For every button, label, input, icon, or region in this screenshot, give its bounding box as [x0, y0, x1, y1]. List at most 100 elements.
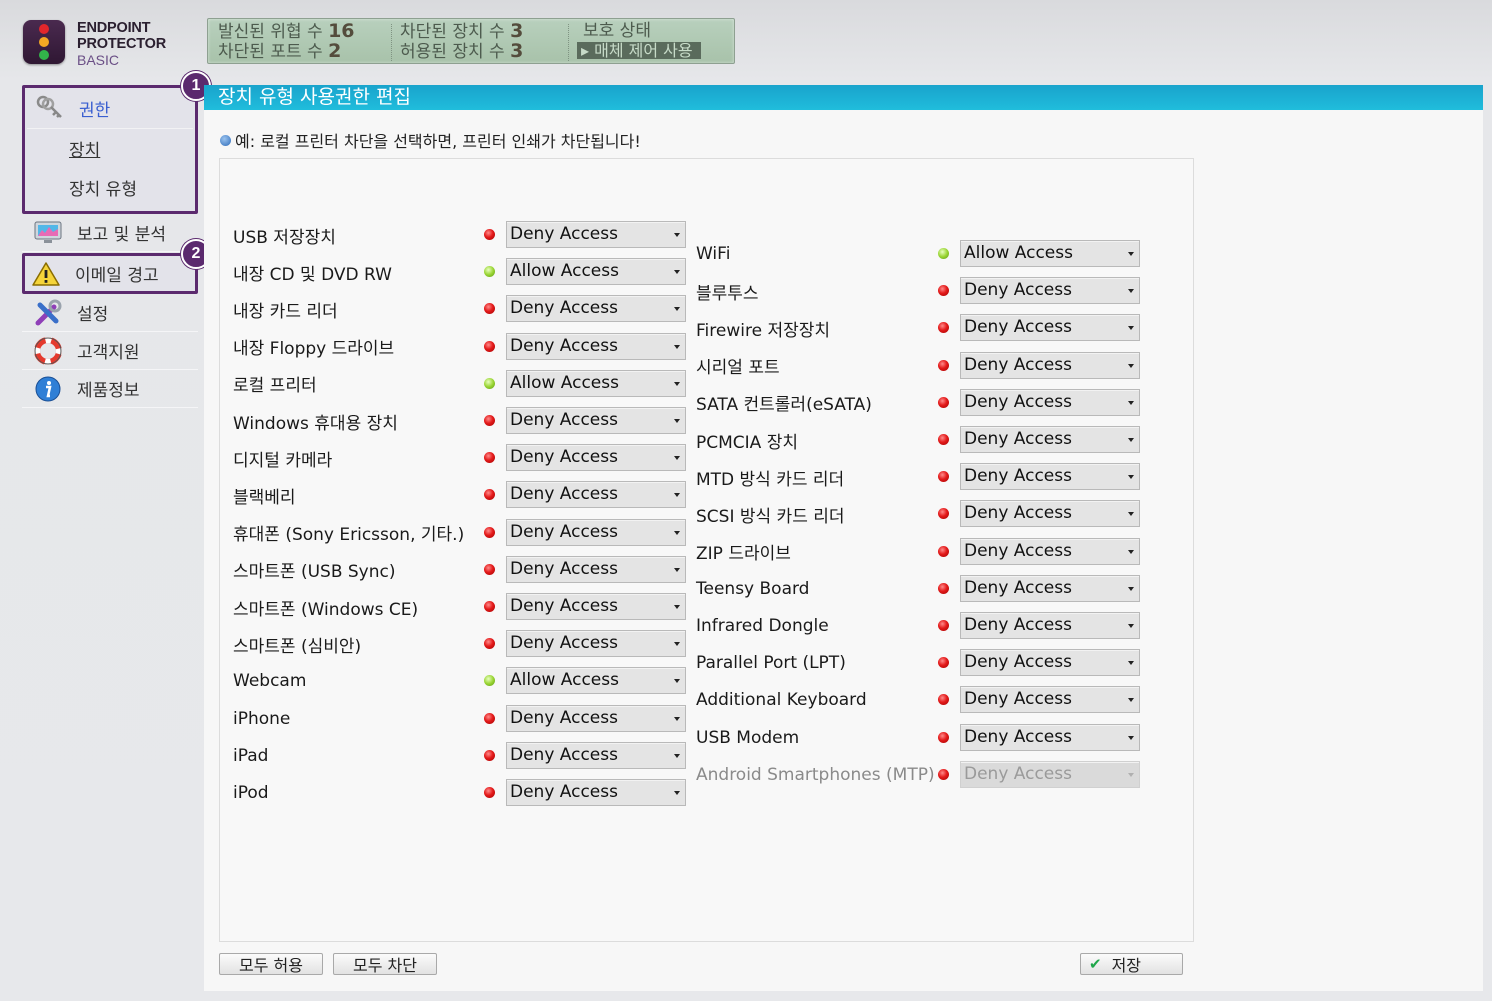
access-select[interactable]: Deny Access: [506, 593, 686, 620]
status-deny-icon: [938, 396, 949, 408]
device-row: 내장 Floppy 드라이브 Deny Access: [220, 332, 690, 361]
access-select-value: Deny Access: [510, 484, 618, 505]
sidebar-item-settings[interactable]: 설정: [22, 294, 198, 332]
traffic-light-icon: [23, 20, 65, 64]
status-deny-icon: [938, 359, 949, 371]
access-select-value: Deny Access: [964, 466, 1072, 487]
status-deny-icon: [484, 712, 495, 724]
access-select-value: Deny Access: [510, 447, 618, 468]
access-select[interactable]: Deny Access: [506, 704, 686, 732]
access-select[interactable]: Deny Access: [960, 388, 1140, 416]
access-select[interactable]: Deny Access: [960, 686, 1140, 714]
sidebar-item-product-info[interactable]: 제품정보: [22, 370, 198, 408]
device-row: 스마트폰 (Windows CE) Deny Access: [220, 593, 690, 621]
device-name: Windows 휴대용 장치: [233, 413, 398, 434]
access-select[interactable]: Deny Access: [960, 537, 1140, 565]
chevron-down-icon: [1128, 586, 1134, 591]
device-row: Android Smartphones (MTP) Deny Access: [683, 760, 1153, 789]
sidebar-item-reports[interactable]: 보고 및 분석: [22, 214, 198, 252]
access-select[interactable]: Deny Access: [960, 500, 1140, 528]
status-deny-icon: [938, 545, 949, 557]
status-deny-icon: [484, 415, 495, 426]
access-select[interactable]: Allow Access: [960, 240, 1140, 267]
status-deny-icon: [484, 638, 495, 650]
logo-line-3: BASIC: [77, 52, 120, 68]
access-select[interactable]: Deny Access: [960, 277, 1140, 305]
access-select[interactable]: Deny Access: [506, 779, 686, 806]
access-select-value: Deny Access: [510, 782, 618, 802]
device-name: Additional Keyboard: [696, 690, 867, 711]
access-select[interactable]: Allow Access: [506, 369, 686, 397]
access-select-value: Deny Access: [510, 633, 618, 654]
access-select-value: Deny Access: [510, 521, 618, 542]
access-select[interactable]: Deny Access: [506, 295, 686, 323]
device-name: Teensy Board: [696, 578, 810, 599]
access-select[interactable]: Deny Access: [506, 518, 686, 546]
access-select[interactable]: Deny Access: [506, 630, 686, 658]
access-select[interactable]: Deny Access: [506, 555, 686, 583]
access-select[interactable]: Deny Access: [960, 314, 1140, 342]
access-select-value: Deny Access: [510, 335, 618, 356]
device-name: SATA 컨트롤러(eSATA): [696, 395, 872, 416]
logo-line-2: PROTECTOR: [77, 36, 166, 52]
device-row: 블랙베리 Deny Access: [220, 481, 690, 509]
device-name: 블랙베리: [233, 487, 296, 508]
chevron-down-icon: [1128, 772, 1134, 777]
access-select[interactable]: Deny Access: [506, 481, 686, 509]
device-row: Infrared Dongle Deny Access: [683, 612, 1153, 640]
access-select[interactable]: Deny Access: [506, 444, 686, 472]
sidebar-item-email-alerts[interactable]: 이메일 경고: [25, 256, 195, 291]
access-select[interactable]: Deny Access: [960, 723, 1140, 751]
device-row: 시리얼 포트 Deny Access: [683, 351, 1153, 380]
access-select-value: Deny Access: [964, 726, 1072, 747]
chevron-down-icon: [674, 567, 680, 572]
access-select-value: Deny Access: [510, 596, 618, 616]
status-threats: 발신된 위협 수 16: [218, 20, 355, 42]
sidebar-subitem-devices[interactable]: 장치: [25, 129, 195, 168]
access-select[interactable]: Deny Access: [960, 574, 1140, 602]
status-deny-icon: [938, 620, 949, 631]
access-select[interactable]: Allow Access: [506, 667, 686, 695]
device-name: 내장 Floppy 드라이브: [233, 339, 395, 360]
access-select-value: Deny Access: [964, 615, 1072, 635]
status-allowed-devices: 허용된 장치 수 3: [400, 40, 524, 62]
access-select[interactable]: Deny Access: [960, 351, 1140, 379]
access-select[interactable]: Allow Access: [506, 258, 686, 286]
access-select[interactable]: Deny Access: [506, 221, 686, 248]
device-row: SATA 컨트롤러(eSATA) Deny Access: [683, 388, 1153, 417]
access-select-value: Deny Access: [964, 652, 1072, 673]
access-select[interactable]: Deny Access: [960, 426, 1140, 453]
status-deny-icon: [938, 285, 949, 297]
save-button[interactable]: ✔ 저장: [1080, 953, 1183, 975]
device-row: SCSI 방식 카드 리더 Deny Access: [683, 500, 1153, 528]
access-select[interactable]: Deny Access: [960, 649, 1140, 677]
sidebar-subitem-device-types[interactable]: 장치 유형: [25, 168, 195, 207]
device-name: iPod: [233, 783, 269, 803]
access-select[interactable]: Deny Access: [960, 612, 1140, 639]
access-select-value: Deny Access: [510, 410, 618, 430]
chevron-down-icon: [674, 307, 680, 312]
access-select[interactable]: Deny Access: [506, 332, 686, 360]
status-deny-icon: [484, 229, 495, 240]
access-select[interactable]: Deny Access: [960, 463, 1140, 491]
device-name: Infrared Dongle: [696, 616, 829, 636]
allow-all-button[interactable]: 모두 허용: [219, 953, 323, 975]
device-name: SCSI 방식 카드 리더: [696, 506, 845, 527]
deny-all-button[interactable]: 모두 차단: [333, 953, 437, 975]
access-select[interactable]: Deny Access: [506, 407, 686, 434]
device-row: 스마트폰 (심비안) Deny Access: [220, 630, 690, 658]
device-name: 블루투스: [696, 283, 759, 304]
access-select[interactable]: Deny Access: [506, 741, 686, 769]
access-select-value: Deny Access: [510, 558, 618, 579]
sidebar-item-label: 권한: [79, 100, 111, 121]
sidebar-item-permissions[interactable]: 권한: [27, 88, 193, 129]
status-blocked-ports: 차단된 포트 수 2: [218, 40, 342, 62]
sidebar-item-support[interactable]: 고객지원: [22, 332, 198, 370]
access-select-value: Deny Access: [510, 224, 618, 244]
status-deny-icon: [938, 434, 949, 445]
access-select-value: Deny Access: [964, 317, 1072, 338]
monitor-chart-icon: [33, 218, 63, 248]
chevron-down-icon: [674, 419, 680, 423]
device-name: 스마트폰 (심비안): [233, 636, 362, 657]
chevron-down-icon: [1128, 289, 1134, 294]
